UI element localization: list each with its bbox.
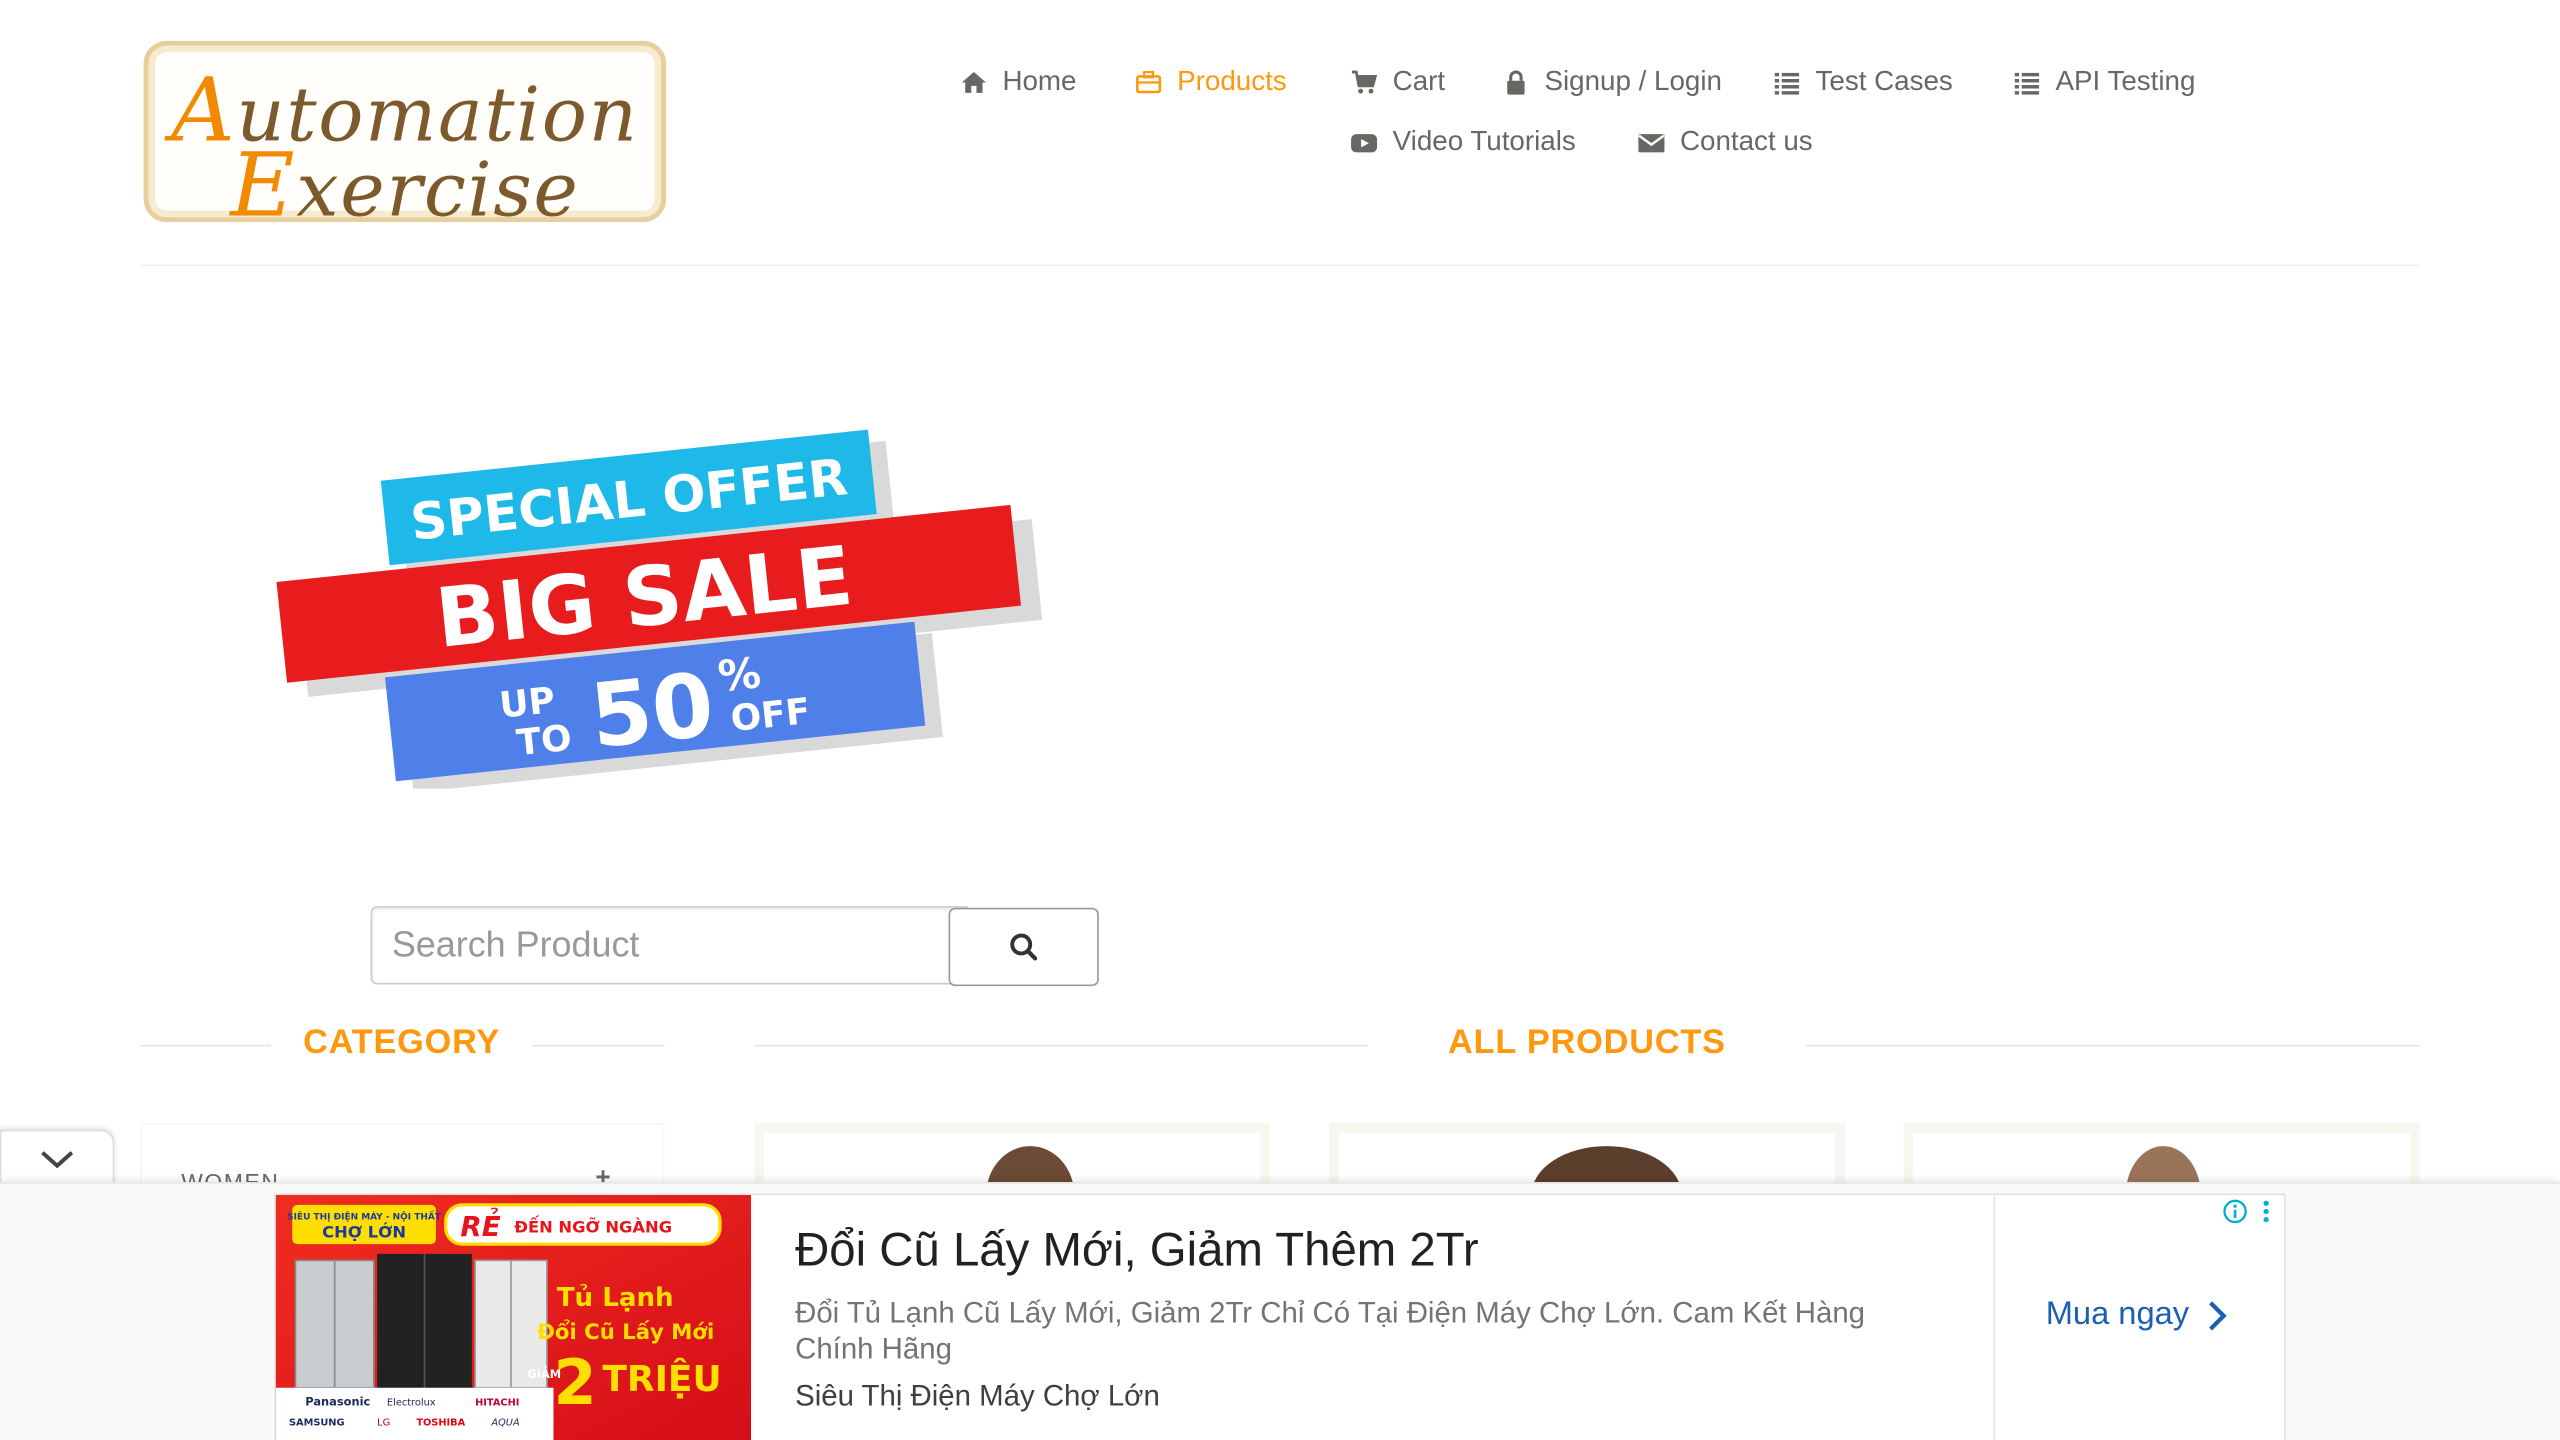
ad-brand: Panasonic — [305, 1395, 370, 1409]
special-offer-banner: SPECIAL OFFER BIG SALE UP TO 50 % OFF — [276, 429, 1043, 789]
nav-signup-login[interactable]: Signup / Login — [1502, 65, 1722, 98]
info-icon[interactable] — [2222, 1198, 2248, 1224]
chevron-down-icon — [41, 1150, 74, 1168]
youtube-play-icon — [1351, 133, 1378, 152]
ad-brand: AQUA — [490, 1417, 520, 1428]
nav-products-label: Products — [1177, 65, 1287, 97]
more-options-icon[interactable] — [2261, 1198, 2271, 1224]
category-title-line-right — [532, 1044, 665, 1047]
banner-percent-sign: % — [716, 649, 763, 702]
category-title: CATEGORY — [303, 1023, 501, 1062]
ad-cta-button[interactable]: Mua ngay — [2046, 1296, 2229, 1334]
banner-percent-value: 50 — [586, 653, 719, 768]
page: Automation Exercise Home Products Cart S… — [0, 0, 2560, 1440]
site-logo[interactable]: Automation Exercise — [143, 40, 667, 237]
ad-brand: TOSHIBA — [416, 1417, 465, 1428]
logo-line-2: Exercise — [230, 133, 580, 237]
ad-product: Tủ Lạnh — [557, 1282, 674, 1313]
nav-test-cases[interactable]: Test Cases — [1773, 65, 1953, 98]
header-divider — [140, 264, 2420, 267]
envelope-icon — [1638, 133, 1665, 152]
ad-info-controls — [2222, 1198, 2271, 1224]
category-title-line-left — [140, 1044, 272, 1047]
ad-bar: SIÊU THỊ ĐIỆN MÁY - NỘI THẤT CHỢ LỚN RẺ … — [0, 1182, 2560, 1440]
nav-contact-us[interactable]: Contact us — [1638, 126, 1813, 159]
ad-slogan-re: RẺ — [460, 1206, 500, 1243]
nav-signup-login-label: Signup / Login — [1544, 65, 1722, 97]
nav-api-testing[interactable]: API Testing — [2013, 65, 2195, 98]
nav-cart-label: Cart — [1392, 65, 1446, 97]
ad-description[interactable]: Đổi Tủ Lạnh Cũ Lấy Mới, Giảm 2Tr Chỉ Có … — [795, 1295, 1938, 1367]
products-title-line-right — [1805, 1044, 2420, 1047]
chevron-right-icon — [2208, 1300, 2227, 1330]
banner-to: TO — [515, 718, 574, 765]
nav-video-tutorials[interactable]: Video Tutorials — [1350, 126, 1576, 159]
search-input[interactable] — [370, 906, 969, 985]
ad-brand: HITACHI — [475, 1398, 519, 1409]
nav-cart[interactable]: Cart — [1350, 65, 1445, 98]
ad-brand: SAMSUNG — [289, 1417, 345, 1428]
nav-home[interactable]: Home — [960, 65, 1077, 98]
ad-promo: Đổi Cũ Lấy Mới — [537, 1319, 714, 1345]
all-products-title: ALL PRODUCTS — [1448, 1023, 1726, 1062]
ad-cta-label: Mua ngay — [2045, 1296, 2190, 1333]
nav-test-cases-label: Test Cases — [1815, 65, 1953, 97]
ad-discount-value: 2 — [553, 1346, 596, 1419]
nav-api-testing-label: API Testing — [2055, 65, 2196, 97]
ad-collapse-button[interactable] — [0, 1129, 115, 1186]
nav-home-label: Home — [1002, 65, 1077, 97]
ad-unit[interactable]: SIÊU THỊ ĐIỆN MÁY - NỘI THẤT CHỢ LỚN RẺ … — [274, 1193, 2286, 1440]
ad-slogan-rest: ĐẾN NGỠ NGÀNG — [514, 1216, 672, 1237]
lock-icon — [1507, 69, 1525, 94]
ad-advertiser[interactable]: Siêu Thị Điện Máy Chợ Lớn — [795, 1380, 1160, 1414]
ad-brand: LG — [377, 1417, 390, 1428]
list-icon — [1774, 72, 1800, 94]
ad-divider — [1993, 1195, 1996, 1440]
ad-store-name: CHỢ LỚN — [322, 1223, 406, 1242]
search-icon — [1010, 933, 1038, 961]
home-icon — [961, 71, 987, 93]
list-icon — [2014, 72, 2040, 94]
ad-brand: Electrolux — [387, 1398, 436, 1409]
banner-off: OFF — [729, 691, 812, 740]
nav-video-tutorials-label: Video Tutorials — [1392, 125, 1576, 157]
cart-icon — [1351, 69, 1378, 93]
nav-contact-us-label: Contact us — [1679, 125, 1813, 157]
search-button[interactable] — [948, 907, 1099, 987]
briefcase-icon — [1135, 70, 1162, 93]
ad-image[interactable]: SIÊU THỊ ĐIỆN MÁY - NỘI THẤT CHỢ LỚN RẺ … — [275, 1195, 752, 1440]
ad-headline[interactable]: Đổi Cũ Lấy Mới, Giảm Thêm 2Tr — [795, 1224, 1479, 1278]
ad-discount-unit: TRIỆU — [602, 1357, 721, 1400]
nav-products[interactable]: Products — [1135, 65, 1287, 98]
products-title-line-left — [754, 1044, 1369, 1047]
